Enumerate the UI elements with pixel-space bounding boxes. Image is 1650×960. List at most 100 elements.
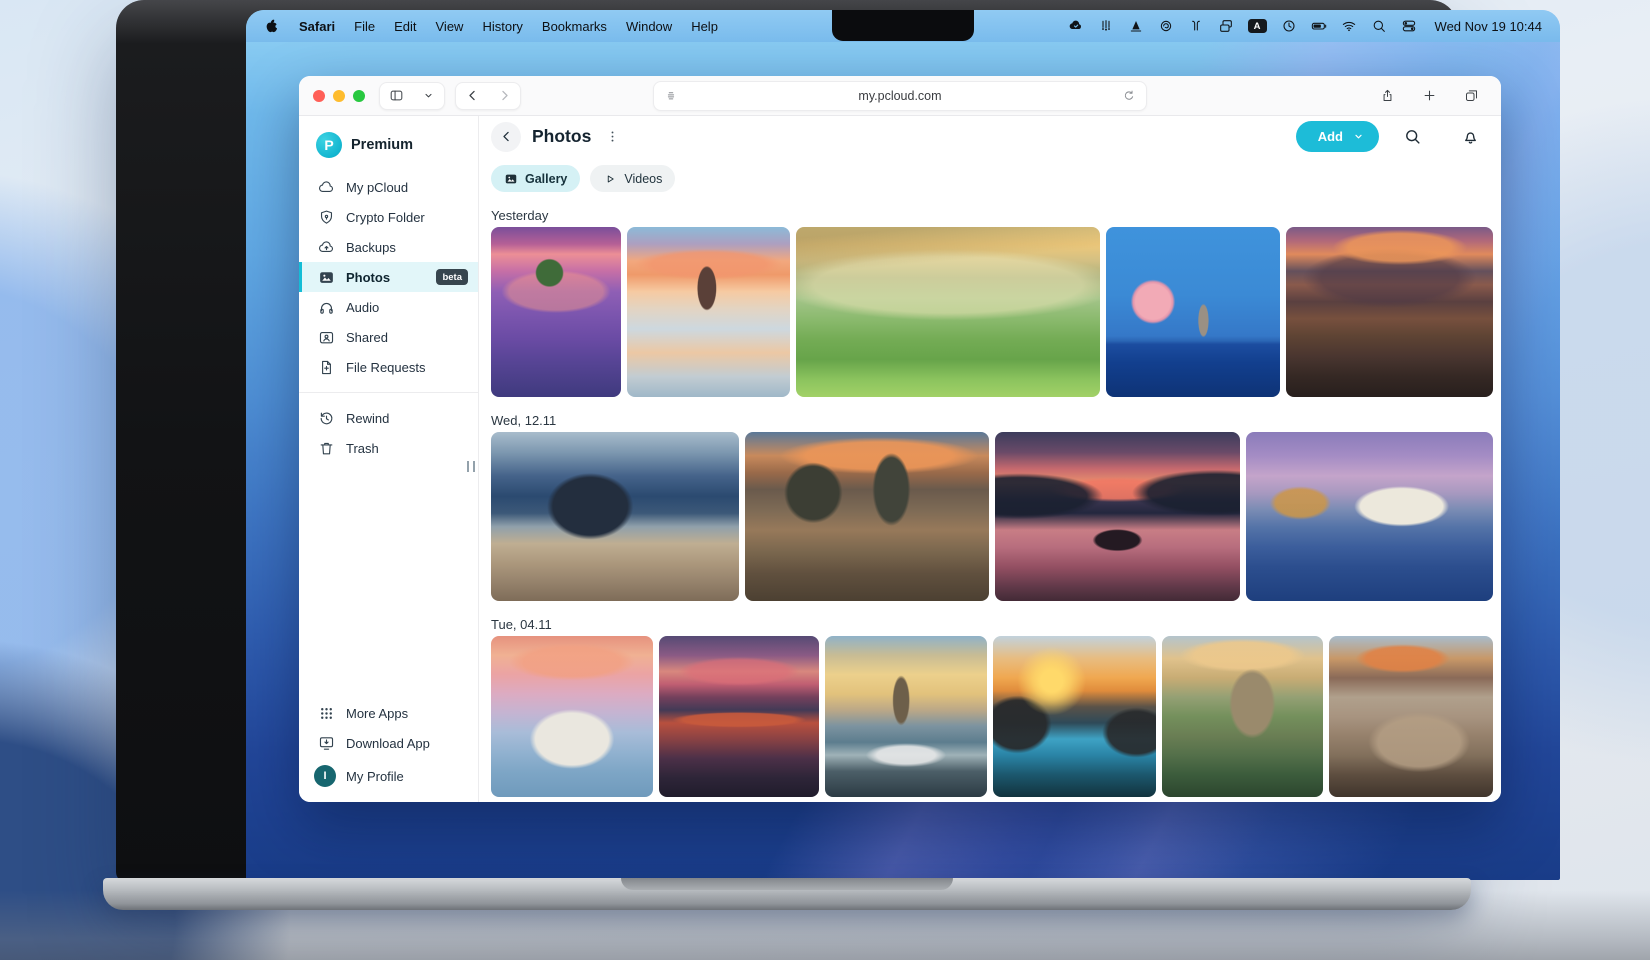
back-button[interactable] — [491, 122, 521, 152]
sidebar-item-file-requests[interactable]: File Requests — [299, 352, 478, 382]
cloud-icon — [318, 179, 335, 196]
menu-item-safari[interactable]: Safari — [299, 19, 335, 34]
sidebar-toggle-icon[interactable] — [380, 83, 412, 109]
apple-menu-icon[interactable] — [264, 18, 280, 34]
pcloud-sidebar: P Premium My pCloudCrypto FolderBackupsP… — [299, 116, 479, 802]
sidebar-nav-main: My pCloudCrypto Folder Backups PhotosbetaA… — [299, 172, 478, 382]
sidebar-item-my-pcloud[interactable]: My pCloud — [299, 172, 478, 202]
menu-item-window[interactable]: Window — [626, 19, 672, 34]
address-bar[interactable]: my.pcloud.com — [653, 81, 1147, 111]
menu-bar-status: A Wed Nov 19 10:44 — [1068, 18, 1542, 34]
menu-item-view[interactable]: View — [436, 19, 464, 34]
airpods-icon[interactable] — [1188, 18, 1204, 34]
sidebar-item-rewind[interactable]: Rewind — [299, 403, 478, 433]
add-button[interactable]: Add — [1296, 121, 1379, 152]
new-tab-icon[interactable] — [1413, 83, 1445, 109]
photo-row — [491, 227, 1493, 397]
photo-science-museum-pink-sky[interactable] — [491, 636, 653, 797]
window-controls — [313, 90, 365, 102]
spotlight-icon[interactable] — [1371, 18, 1387, 34]
search-icon[interactable] — [1397, 122, 1427, 152]
grid-icon — [318, 705, 335, 722]
photo-lighthouse-sunset-sea[interactable] — [627, 227, 789, 397]
photo-lighthouse-crashing-waves[interactable] — [825, 636, 987, 797]
photo-mont-saint-michel[interactable] — [491, 432, 739, 601]
browser-forward-icon[interactable] — [488, 83, 520, 109]
menu-bar-clock[interactable]: Wed Nov 19 10:44 — [1435, 19, 1542, 34]
window-stack-icon[interactable] — [1218, 18, 1234, 34]
zoom-button[interactable] — [353, 90, 365, 102]
notifications-bell-icon[interactable] — [1455, 122, 1485, 152]
tab-gallery[interactable]: Gallery — [491, 165, 580, 192]
photo-matera-old-town-dusk[interactable] — [1329, 636, 1493, 797]
section-date-label: Yesterday — [491, 208, 1493, 223]
sidebar-item-label: Backups — [346, 240, 396, 255]
browser-back-icon[interactable] — [456, 83, 488, 109]
photo-section: Yesterday — [491, 208, 1493, 397]
battery-icon[interactable] — [1311, 18, 1327, 34]
minimize-button[interactable] — [333, 90, 345, 102]
cone-icon[interactable] — [1128, 18, 1144, 34]
menu-item-history[interactable]: History — [482, 19, 522, 34]
photo-lavender-field-tree[interactable] — [491, 227, 621, 397]
photo-lake-island-pink-dusk[interactable] — [995, 432, 1240, 601]
photo-sections: Yesterday Wed, 12.11 Tue, 04.11 — [491, 192, 1493, 797]
photo-section: Wed, 12.11 — [491, 413, 1493, 601]
menu-item-bookmarks[interactable]: Bookmarks — [542, 19, 607, 34]
safari-window: my.pcloud.com P Premium — [299, 76, 1501, 802]
browser-toolbar: my.pcloud.com — [299, 76, 1501, 116]
sidebar-item-download-app[interactable]: Download App — [299, 728, 478, 758]
photo-coastal-rocks-sunset[interactable] — [993, 636, 1156, 797]
sidebar-item-more-apps[interactable]: More Apps — [299, 698, 478, 728]
reader-icon[interactable] — [664, 89, 678, 103]
input-source-icon[interactable]: A — [1248, 19, 1267, 33]
menu-item-help[interactable]: Help — [691, 19, 718, 34]
sidebar-item-shared[interactable]: Shared — [299, 322, 478, 352]
photo-sea-stacks-sunset[interactable] — [745, 432, 988, 601]
page-title: Photos — [532, 126, 591, 147]
sidebar-item-photos[interactable]: Photosbeta — [299, 262, 478, 292]
photo-colorful-houses-water[interactable] — [659, 636, 820, 797]
photo-section: Tue, 04.11 — [491, 617, 1493, 797]
photo-row — [491, 636, 1493, 797]
photo-tuscany-green-hills[interactable] — [796, 227, 1101, 397]
laptop-bezel: Safari File Edit View History Bookmarks Window… — [116, 0, 1458, 882]
recents-icon[interactable] — [1281, 18, 1297, 34]
close-button[interactable] — [313, 90, 325, 102]
share-icon[interactable] — [1371, 83, 1403, 109]
sidebar-resize-handle[interactable] — [467, 461, 475, 472]
menu-item-file[interactable]: File — [354, 19, 375, 34]
cloud-up-icon — [318, 239, 335, 256]
trash-icon — [318, 440, 335, 457]
tab-overview-icon[interactable] — [1455, 83, 1487, 109]
pcloud-logo-icon: P — [316, 132, 342, 158]
photo-valencia-hemisferic[interactable] — [1246, 432, 1493, 601]
sidebar-nav-footer: More Apps Download App — [299, 698, 478, 758]
more-options-icon[interactable] — [602, 124, 622, 150]
menu-item-edit[interactable]: Edit — [394, 19, 416, 34]
shield-icon — [318, 209, 335, 226]
pins-icon[interactable] — [1098, 18, 1114, 34]
photo-pink-moon-lighthouse[interactable] — [1106, 227, 1279, 397]
reload-icon[interactable] — [1122, 89, 1136, 103]
url-text: my.pcloud.com — [678, 89, 1122, 103]
camera-notch — [832, 10, 974, 41]
sidebar-chevron-down-icon[interactable] — [412, 83, 444, 109]
profile-avatar: I — [314, 765, 336, 787]
scribble-icon[interactable] — [1158, 18, 1174, 34]
sidebar-item-trash[interactable]: Trash — [299, 433, 478, 463]
sidebar-item-label: Download App — [346, 736, 430, 751]
wifi-icon[interactable] — [1341, 18, 1357, 34]
cloud-sync-icon[interactable] — [1068, 18, 1084, 34]
photo-meteora-cliff-monastery[interactable] — [1162, 636, 1324, 797]
section-date-label: Tue, 04.11 — [491, 617, 1493, 632]
sidebar-item-backups[interactable]: Backups — [299, 232, 478, 262]
play-icon — [603, 172, 617, 186]
sidebar-item-audio[interactable]: Audio — [299, 292, 478, 322]
control-center-icon[interactable] — [1401, 18, 1417, 34]
sidebar-item-crypto-folder[interactable]: Crypto Folder — [299, 202, 478, 232]
sidebar-item-my-profile[interactable]: I My Profile — [299, 758, 478, 794]
photo-hillside-town-dusk[interactable] — [1286, 227, 1493, 397]
tab-videos[interactable]: Videos — [590, 165, 675, 192]
toolbar-right-actions — [1371, 83, 1487, 109]
